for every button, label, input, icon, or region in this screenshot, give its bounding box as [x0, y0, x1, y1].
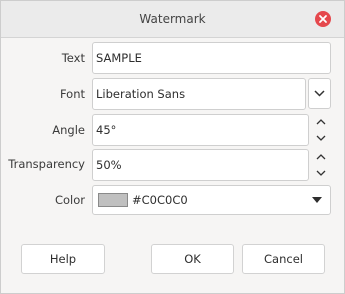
chevron-up-icon [316, 119, 326, 125]
chevron-down-icon [316, 135, 326, 141]
angle-spinner [310, 114, 332, 146]
cancel-button[interactable]: Cancel [242, 244, 325, 274]
help-button[interactable]: Help [21, 244, 105, 274]
transparency-input[interactable]: 50% [92, 149, 309, 181]
close-icon [319, 15, 327, 23]
ok-button[interactable]: OK [151, 244, 234, 274]
angle-decrement-button[interactable] [310, 130, 332, 146]
chevron-up-icon [316, 154, 326, 160]
close-button[interactable] [315, 11, 331, 27]
font-input[interactable]: Liberation Sans [92, 78, 306, 110]
transparency-increment-button[interactable] [310, 149, 332, 165]
text-input[interactable]: SAMPLE [92, 42, 331, 74]
transparency-decrement-button[interactable] [310, 165, 332, 181]
title-bar: Watermark [1, 1, 344, 38]
text-label: Text [61, 51, 85, 65]
font-input-value: Liberation Sans [96, 87, 186, 101]
angle-label: Angle [52, 123, 85, 137]
transparency-input-value: 50% [96, 158, 122, 172]
color-swatch [98, 193, 128, 207]
angle-input[interactable]: 45° [92, 114, 309, 146]
chevron-down-icon [316, 170, 326, 176]
transparency-spinner [310, 149, 332, 181]
angle-input-value: 45° [96, 123, 117, 137]
color-value: #C0C0C0 [132, 193, 188, 207]
color-label: Color [54, 193, 85, 207]
dialog-title: Watermark [139, 12, 206, 26]
angle-increment-button[interactable] [310, 114, 332, 130]
color-picker-button[interactable]: #C0C0C0 [92, 185, 331, 215]
font-label: Font [59, 87, 85, 101]
font-dropdown-button[interactable] [308, 78, 331, 109]
transparency-label: Transparency [8, 157, 85, 171]
text-input-value: SAMPLE [96, 51, 142, 65]
chevron-down-icon [314, 90, 325, 97]
caret-down-icon [312, 197, 322, 203]
watermark-dialog: Watermark Text SAMPLE Font Liberation Sa… [0, 0, 345, 294]
